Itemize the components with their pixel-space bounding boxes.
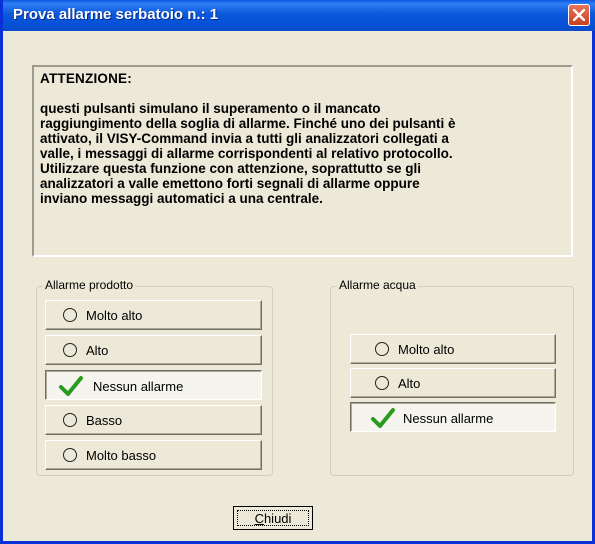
warning-line: raggiungimento della soglia di allarme. … — [40, 116, 456, 131]
warning-text-box: ATTENZIONE: questi pulsanti simulano il … — [32, 65, 573, 257]
dialog-window: Prova allarme serbatoio n.: 1 ATTENZIONE… — [0, 0, 595, 544]
title-bar[interactable]: Prova allarme serbatoio n.: 1 — [3, 0, 595, 31]
green-check-icon — [59, 376, 83, 396]
product-option-basso[interactable]: Basso — [45, 405, 262, 435]
water-option-nessun-allarme[interactable]: Nessun allarme — [350, 402, 556, 432]
warning-line: valle, i messaggi di allarme corrisponde… — [40, 146, 453, 161]
product-option-molto-basso[interactable]: Molto basso — [45, 440, 262, 470]
warning-line: questi pulsanti simulano il superamento … — [40, 101, 381, 116]
option-label: Basso — [86, 413, 123, 428]
option-label: Molto basso — [86, 448, 157, 463]
water-alarm-group: Allarme acqua Molto alto Alto Nessun all… — [330, 278, 574, 476]
warning-line: attivato, il VISY-Command invia a tutti … — [40, 131, 449, 146]
radio-circle-icon — [63, 343, 77, 357]
product-option-molto-alto[interactable]: Molto alto — [45, 300, 262, 330]
warning-heading: ATTENZIONE: — [40, 71, 132, 86]
water-alarm-legend: Allarme acqua — [337, 278, 418, 292]
close-x-icon — [573, 9, 585, 21]
water-option-alto[interactable]: Alto — [350, 368, 556, 398]
close-button[interactable]: Chiudi — [233, 506, 313, 530]
warning-line: inviano messaggi automatici a una centra… — [40, 191, 323, 206]
option-label: Alto — [398, 376, 421, 391]
window-title: Prova allarme serbatoio n.: 1 — [13, 6, 219, 23]
option-label: Molto alto — [398, 342, 455, 357]
close-mnemonic: C — [254, 511, 264, 526]
product-option-alto[interactable]: Alto — [45, 335, 262, 365]
option-label: Nessun allarme — [93, 379, 184, 394]
radio-circle-icon — [375, 376, 389, 390]
product-alarm-legend: Allarme prodotto — [43, 278, 136, 292]
product-option-nessun-allarme[interactable]: Nessun allarme — [45, 370, 262, 400]
warning-line: analizzatori a valle emettono forti segn… — [40, 176, 420, 191]
close-window-button[interactable] — [568, 4, 590, 26]
water-option-molto-alto[interactable]: Molto alto — [350, 334, 556, 364]
radio-circle-icon — [63, 308, 77, 322]
close-label-rest: hiudi — [263, 511, 292, 526]
green-check-icon — [371, 408, 395, 428]
option-label: Alto — [86, 343, 109, 358]
warning-body: questi pulsanti simulano il superamento … — [40, 101, 565, 206]
radio-circle-icon — [63, 448, 77, 462]
warning-line: Utilizzare questa funzione con attenzion… — [40, 161, 422, 176]
option-label: Nessun allarme — [403, 411, 494, 426]
option-label: Molto alto — [86, 308, 143, 323]
product-alarm-group: Allarme prodotto Molto alto Alto Nessun … — [36, 278, 273, 476]
close-button-label: Chiudi — [234, 511, 312, 526]
radio-circle-icon — [63, 413, 77, 427]
radio-circle-icon — [375, 342, 389, 356]
